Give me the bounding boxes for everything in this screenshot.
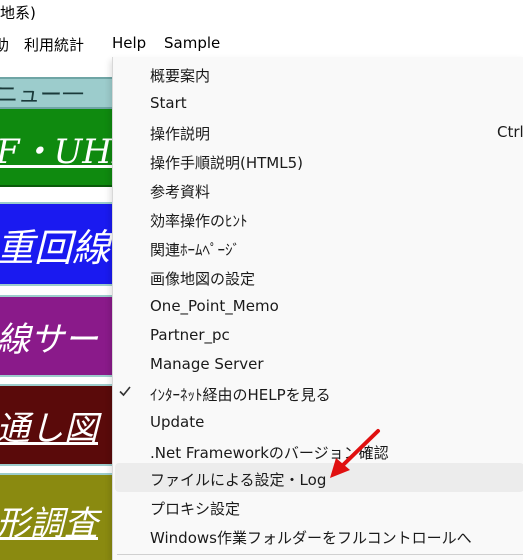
vhf-uhf-label: F・UHF回: [0, 131, 130, 172]
menu-item-label: Partner_pc: [150, 326, 230, 344]
menu-item-label: 操作手順説明(HTML5): [150, 154, 303, 172]
menu-item-net-framework-version[interactable]: .Net Frameworkのバージョン確認: [113, 436, 523, 465]
menu-item-label: One_Point_Memo: [150, 297, 279, 315]
menu-sample[interactable]: Sample: [164, 34, 220, 52]
menu-item-start[interactable]: Start: [113, 88, 523, 117]
menu-item-label: Update: [150, 413, 205, 431]
red-arrow-annotation-icon: [330, 429, 380, 478]
menu-item-related-homepage[interactable]: 関連ﾎｰﾑﾍﾟｰｼﾞ: [113, 233, 523, 262]
menu-item-operation-guide[interactable]: 操作説明 Ctrl: [113, 117, 523, 146]
menu-item-windows-folder-full-control[interactable]: Windows作業フォルダーをフルコントロールへ: [113, 521, 523, 550]
profile-diagram-label: 通し図: [0, 408, 98, 449]
multiplex-line-button[interactable]: 重回線: [0, 202, 130, 286]
menu-item-efficiency-tips[interactable]: 効率操作のﾋﾝﾄ: [113, 204, 523, 233]
line-survey-label: 線サー: [0, 319, 98, 360]
menu-item-shortcut: Ctrl: [497, 123, 523, 141]
multiplex-line-label: 重回線: [0, 225, 111, 270]
menu-help[interactable]: Help: [112, 34, 146, 52]
menu-item-label: Manage Server: [150, 355, 264, 373]
menu-bar: 助 利用統計 Help Sample: [0, 28, 523, 58]
menu-item-label: 画像地図の設定: [150, 270, 256, 288]
menu-item-proxy-settings[interactable]: プロキシ設定: [113, 492, 523, 521]
menu-item-label: ｲﾝﾀｰﾈｯﾄ経由のHELPを見る: [150, 386, 331, 404]
menu-item-partner-pc[interactable]: Partner_pc: [113, 320, 523, 349]
title-bar: 地系): [0, 0, 523, 28]
menu-left-fragment[interactable]: 助: [0, 34, 9, 55]
menu-item-label: 参考資料: [150, 183, 211, 201]
menu-item-label: 関連ﾎｰﾑﾍﾟｰｼﾞ: [150, 241, 241, 259]
menu-item-label: 効率操作のﾋﾝﾄ: [150, 212, 248, 230]
vhf-uhf-button[interactable]: F・UHF回: [0, 109, 130, 187]
menu-item-update[interactable]: Update: [113, 407, 523, 436]
menu-item-one-point-memo[interactable]: One_Point_Memo: [113, 291, 523, 320]
main-menu-panel: ニュー一 F・UHF回 重回線 線サー 通し図 形調査: [0, 57, 130, 560]
help-dropdown-menu: 概要案内 Start 操作説明 Ctrl 操作手順説明(HTML5) 参考資料 …: [112, 57, 523, 560]
menu-item-manage-server[interactable]: Manage Server: [113, 349, 523, 378]
profile-diagram-button[interactable]: 通し図: [0, 384, 130, 466]
menu-item-overview[interactable]: 概要案内: [113, 59, 523, 88]
menu-item-internet-help[interactable]: ｲﾝﾀｰﾈｯﾄ経由のHELPを見る: [113, 378, 523, 407]
window-title: 地系): [0, 4, 36, 22]
menu-usage-stats[interactable]: 利用統計: [24, 34, 84, 55]
menu-header-label: ニュー一: [0, 83, 85, 108]
menu-item-label: Windows作業フォルダーをフルコントロールへ: [150, 529, 472, 547]
menu-item-procedure-html5[interactable]: 操作手順説明(HTML5): [113, 146, 523, 175]
menu-item-label: ファイルによる設定・Log: [150, 471, 327, 489]
menu-item-file-settings-log[interactable]: ファイルによる設定・Log: [115, 463, 523, 492]
checkmark-icon: [119, 386, 131, 397]
line-survey-button[interactable]: 線サー: [0, 295, 130, 377]
menu-header-panel: ニュー一: [0, 77, 130, 109]
terrain-survey-button[interactable]: 形調査: [0, 473, 130, 560]
menu-item-label: 概要案内: [150, 67, 211, 85]
menu-separator: [117, 554, 523, 555]
menu-item-label: プロキシ設定: [150, 500, 241, 518]
menu-item-image-map-settings[interactable]: 画像地図の設定: [113, 262, 523, 291]
menu-item-label: Start: [150, 94, 187, 112]
menu-item-label: 操作説明: [150, 125, 211, 143]
terrain-survey-label: 形調査: [0, 503, 98, 544]
menu-item-reference[interactable]: 参考資料: [113, 175, 523, 204]
